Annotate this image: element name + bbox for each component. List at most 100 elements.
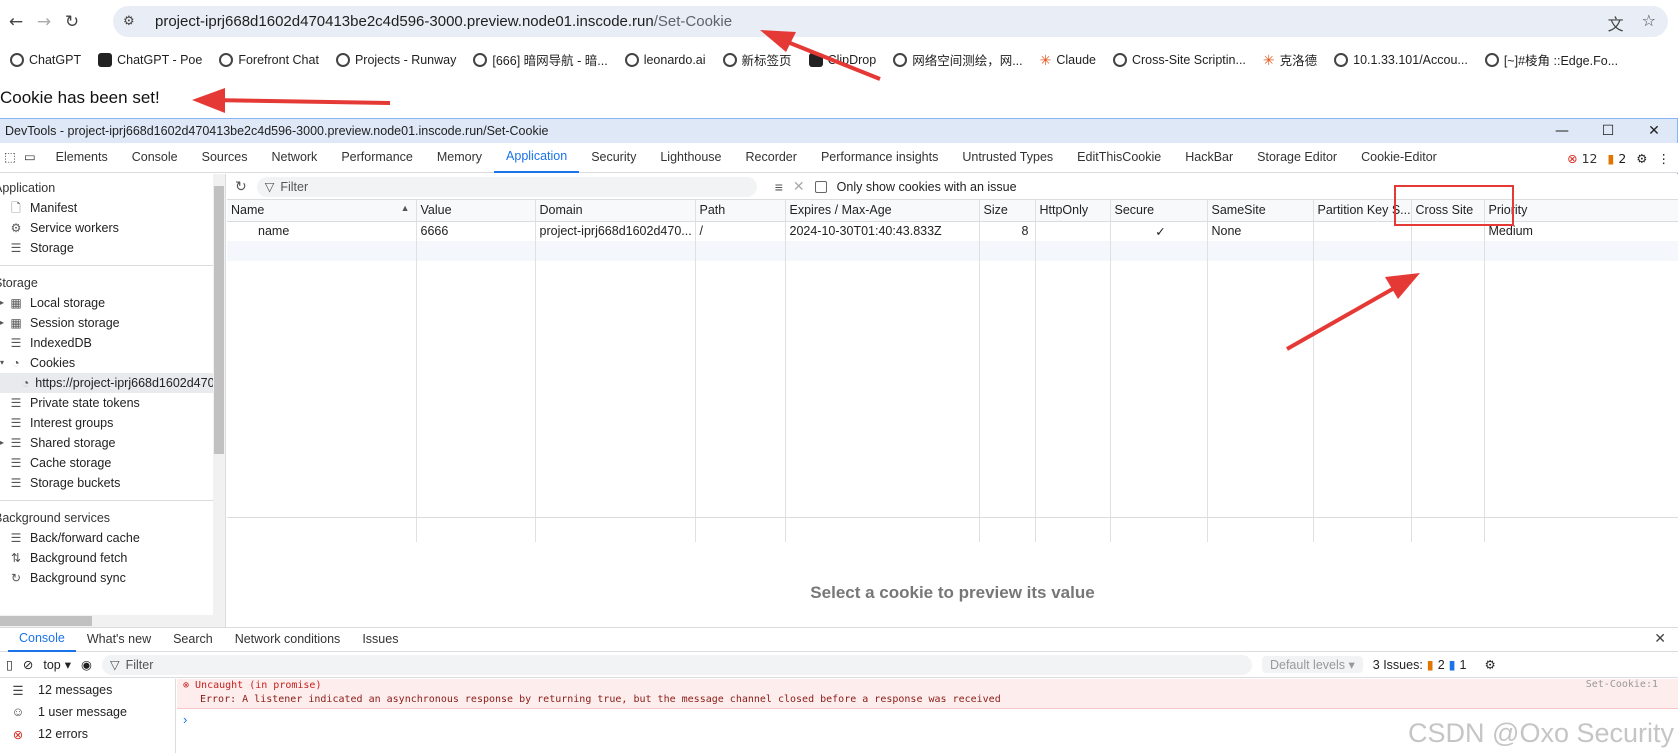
column-header[interactable]: HttpOnly: [1035, 200, 1111, 222]
bookmark-item[interactable]: Projects - Runway: [335, 52, 456, 67]
context-selector[interactable]: top ▾: [43, 657, 71, 673]
close-icon[interactable]: ✕: [1631, 119, 1677, 143]
maximize-icon[interactable]: ☐: [1585, 119, 1631, 143]
warning-count-badge[interactable]: ▮ 2: [1607, 151, 1626, 166]
column-header[interactable]: SameSite: [1207, 200, 1314, 222]
tab-network[interactable]: Network: [259, 143, 329, 172]
sidebar-item[interactable]: ▸ ▦ Session storage: [0, 313, 225, 333]
tab-performance-insights[interactable]: Performance insights: [809, 143, 950, 172]
issues-counter[interactable]: 3 Issues: ▮ 2 ▮ 1: [1373, 657, 1467, 673]
sidebar-item[interactable]: ⇅ Background fetch: [0, 548, 225, 568]
bookmark-item[interactable]: 新标签页: [722, 50, 792, 69]
tab-application[interactable]: Application: [494, 142, 580, 173]
forward-arrow-icon[interactable]: →: [30, 8, 58, 36]
sidebar-horizontal-scrollbar[interactable]: [0, 615, 214, 627]
sidebar-item[interactable]: ⚙ Service workers: [0, 218, 225, 238]
cookie-filter-input[interactable]: ▽ Filter: [256, 176, 757, 197]
bookmark-item[interactable]: Forefront Chat: [219, 52, 319, 67]
tab-performance[interactable]: Performance: [329, 143, 425, 172]
tab-untrusted-types[interactable]: Untrusted Types: [950, 143, 1065, 172]
clear-all-icon[interactable]: ≡: [775, 179, 783, 195]
clear-console-icon[interactable]: ⊘: [23, 657, 33, 672]
bookmark-item[interactable]: Cross-Site Scriptin...: [1112, 52, 1246, 67]
bookmark-item[interactable]: [~]#棱角 ::Edge.Fo...: [1484, 50, 1618, 69]
sidebar-item[interactable]: ☰ Interest groups: [0, 413, 225, 433]
error-count-badge[interactable]: ⊗ 12: [1567, 151, 1597, 166]
tab-elements[interactable]: Elements: [44, 143, 120, 172]
bookmark-item[interactable]: leonardo.ai: [624, 52, 706, 67]
inspect-element-icon[interactable]: ⬚: [0, 143, 20, 172]
expand-arrow-icon[interactable]: ▸: [0, 433, 8, 453]
minimize-icon[interactable]: —: [1539, 119, 1585, 143]
sidebar-vertical-scrollbar[interactable]: [213, 174, 225, 627]
sidebar-item[interactable]: ☰ IndexedDB: [0, 333, 225, 353]
address-bar[interactable]: ⚙ project-iprj668d1602d470413be2c4d596-3…: [113, 6, 1668, 37]
expand-arrow-icon[interactable]: ▸: [0, 293, 8, 313]
drawer-tab-issues[interactable]: Issues: [351, 628, 409, 651]
bookmark-item[interactable]: ChatGPT: [10, 52, 81, 67]
sidebar-item[interactable]: ▸ ☰ Shared storage: [0, 433, 225, 453]
drawer-tab-search[interactable]: Search: [162, 628, 224, 651]
bookmark-item[interactable]: ChatGPT - Poe: [98, 52, 202, 67]
sidebar-toggle-icon[interactable]: ▯: [6, 657, 13, 672]
sidebar-item[interactable]: ☰ Back/forward cache: [0, 528, 225, 548]
device-toolbar-icon[interactable]: ▭: [20, 143, 44, 172]
bookmark-item[interactable]: ✳ Claude: [1040, 53, 1096, 67]
column-header[interactable]: Size: [979, 200, 1036, 222]
tab-hackbar[interactable]: HackBar: [1173, 143, 1245, 172]
drawer-close-icon[interactable]: ✕: [1654, 630, 1666, 647]
tab-sources[interactable]: Sources: [190, 143, 260, 172]
bookmark-item[interactable]: 网络空间测绘，网...: [893, 50, 1023, 69]
url-text[interactable]: project-iprj668d1602d470413be2c4d596-300…: [155, 13, 732, 30]
bookmark-item[interactable]: ✳ 克洛德: [1263, 50, 1317, 69]
bookmark-item[interactable]: ClipDrop: [808, 52, 876, 67]
site-info-icon[interactable]: ⚙: [123, 14, 145, 29]
sidebar-item[interactable]: ◔ https://project-iprj668d1602d470413be2c…: [0, 373, 225, 393]
bookmark-item[interactable]: 10.1.33.101/Accou...: [1334, 52, 1468, 67]
error-source-link[interactable]: Set-Cookie:1: [1586, 679, 1658, 690]
bookmark-item[interactable]: [666] 暗网导航 - 暗...: [473, 50, 608, 69]
translate-icon[interactable]: 文: [1608, 11, 1624, 35]
sidebar-item[interactable]: ▸ ▦ Local storage: [0, 293, 225, 313]
tab-editthiscookie[interactable]: EditThisCookie: [1065, 143, 1173, 172]
drawer-tab-network-conditions[interactable]: Network conditions: [224, 628, 352, 651]
back-arrow-icon[interactable]: ←: [2, 8, 30, 36]
console-side-errors[interactable]: ⊗ 12 errors: [0, 723, 175, 745]
tab-recorder[interactable]: Recorder: [734, 143, 809, 172]
delete-selected-icon[interactable]: ✕: [793, 178, 805, 195]
sidebar-item[interactable]: ☰ Storage: [0, 238, 225, 258]
console-settings-gear-icon[interactable]: ⚙: [1484, 657, 1495, 672]
sidebar-item[interactable]: ☰ Storage buckets: [0, 473, 225, 493]
sidebar-item[interactable]: 🗋 Manifest: [0, 198, 225, 218]
tab-memory[interactable]: Memory: [425, 143, 494, 172]
more-options-icon[interactable]: ⋮: [1658, 151, 1671, 166]
reload-icon[interactable]: ↻: [58, 8, 86, 36]
sidebar-item[interactable]: ☰ Private state tokens: [0, 393, 225, 413]
log-levels-dropdown[interactable]: Default levels ▾: [1261, 656, 1363, 673]
drawer-tab-console[interactable]: Console: [8, 627, 76, 652]
tab-security[interactable]: Security: [579, 143, 648, 172]
tab-storage-editor[interactable]: Storage Editor: [1245, 143, 1349, 172]
console-filter-input[interactable]: ▽ Filter: [101, 654, 1252, 675]
column-header[interactable]: Secure: [1110, 200, 1208, 222]
column-header[interactable]: Domain: [535, 200, 696, 222]
live-expression-eye-icon[interactable]: ◉: [81, 657, 92, 672]
sidebar-item[interactable]: ☰ Cache storage: [0, 453, 225, 473]
console-side-user-messages[interactable]: ☺ 1 user message: [0, 701, 175, 723]
column-header[interactable]: Value: [416, 200, 536, 222]
refresh-icon[interactable]: ↻: [235, 178, 247, 195]
tab-lighthouse[interactable]: Lighthouse: [648, 143, 733, 172]
console-error-message[interactable]: ⊗ Uncaught (in promise) Error: A listener…: [177, 679, 1678, 709]
console-side-messages[interactable]: ☰ 12 messages: [0, 679, 175, 701]
expand-arrow-icon[interactable]: ▸: [0, 313, 8, 333]
column-header[interactable]: Path: [695, 200, 786, 222]
sidebar-item[interactable]: ↻ Background sync: [0, 568, 225, 588]
drawer-tab-what-s-new[interactable]: What's new: [76, 628, 162, 651]
column-header[interactable]: Name ▲: [227, 200, 417, 222]
column-header[interactable]: Expires / Max-Age: [785, 200, 980, 222]
sidebar-item[interactable]: ▾ ◔ Cookies: [0, 353, 225, 373]
only-issue-checkbox[interactable]: [814, 180, 827, 193]
tab-console[interactable]: Console: [120, 143, 190, 172]
bookmark-star-icon[interactable]: ☆: [1642, 11, 1656, 35]
tab-cookie-editor[interactable]: Cookie-Editor: [1349, 143, 1449, 172]
